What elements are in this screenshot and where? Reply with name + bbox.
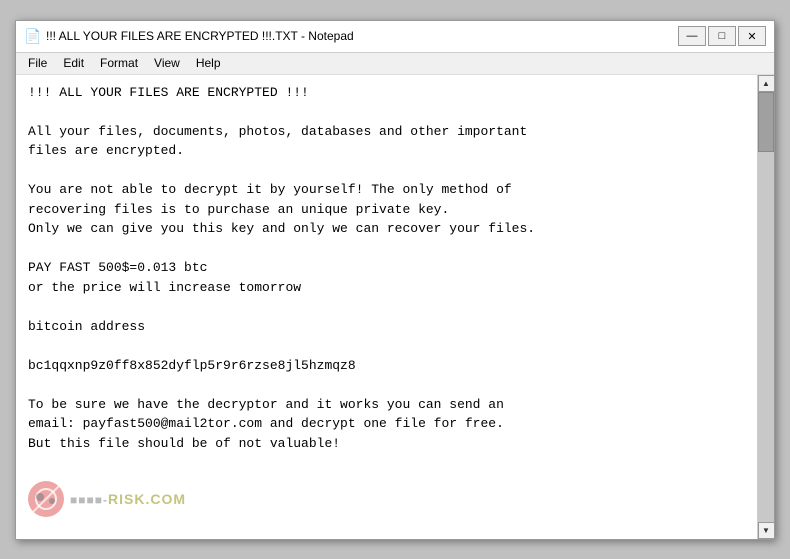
watermark-text: ■■■■-RISK.COM [70,491,186,507]
scrollbar[interactable]: ▲ ▼ [757,75,774,539]
menu-bar: File Edit Format View Help [16,53,774,75]
close-button[interactable]: ✕ [738,26,766,46]
text-editor[interactable]: !!! ALL YOUR FILES ARE ENCRYPTED !!! All… [16,75,757,539]
menu-file[interactable]: File [20,54,55,72]
watermark-logo-icon [26,479,66,519]
menu-format[interactable]: Format [92,54,146,72]
content-area: !!! ALL YOUR FILES ARE ENCRYPTED !!! All… [16,75,774,539]
watermark: ■■■■-RISK.COM [26,479,186,519]
notepad-window: 📄 !!! ALL YOUR FILES ARE ENCRYPTED !!!.T… [15,20,775,540]
menu-view[interactable]: View [146,54,188,72]
window-title: !!! ALL YOUR FILES ARE ENCRYPTED !!!.TXT… [46,29,354,43]
scrollbar-thumb[interactable] [758,92,774,152]
notepad-icon: 📄 [24,28,40,44]
scrollbar-track[interactable] [758,92,774,522]
title-bar: 📄 !!! ALL YOUR FILES ARE ENCRYPTED !!!.T… [16,21,774,53]
menu-help[interactable]: Help [188,54,229,72]
maximize-button[interactable]: □ [708,26,736,46]
scroll-down-arrow[interactable]: ▼ [758,522,775,539]
scroll-up-arrow[interactable]: ▲ [758,75,775,92]
menu-edit[interactable]: Edit [55,54,92,72]
window-controls: — □ ✕ [678,26,766,46]
title-bar-left: 📄 !!! ALL YOUR FILES ARE ENCRYPTED !!!.T… [24,28,354,44]
minimize-button[interactable]: — [678,26,706,46]
